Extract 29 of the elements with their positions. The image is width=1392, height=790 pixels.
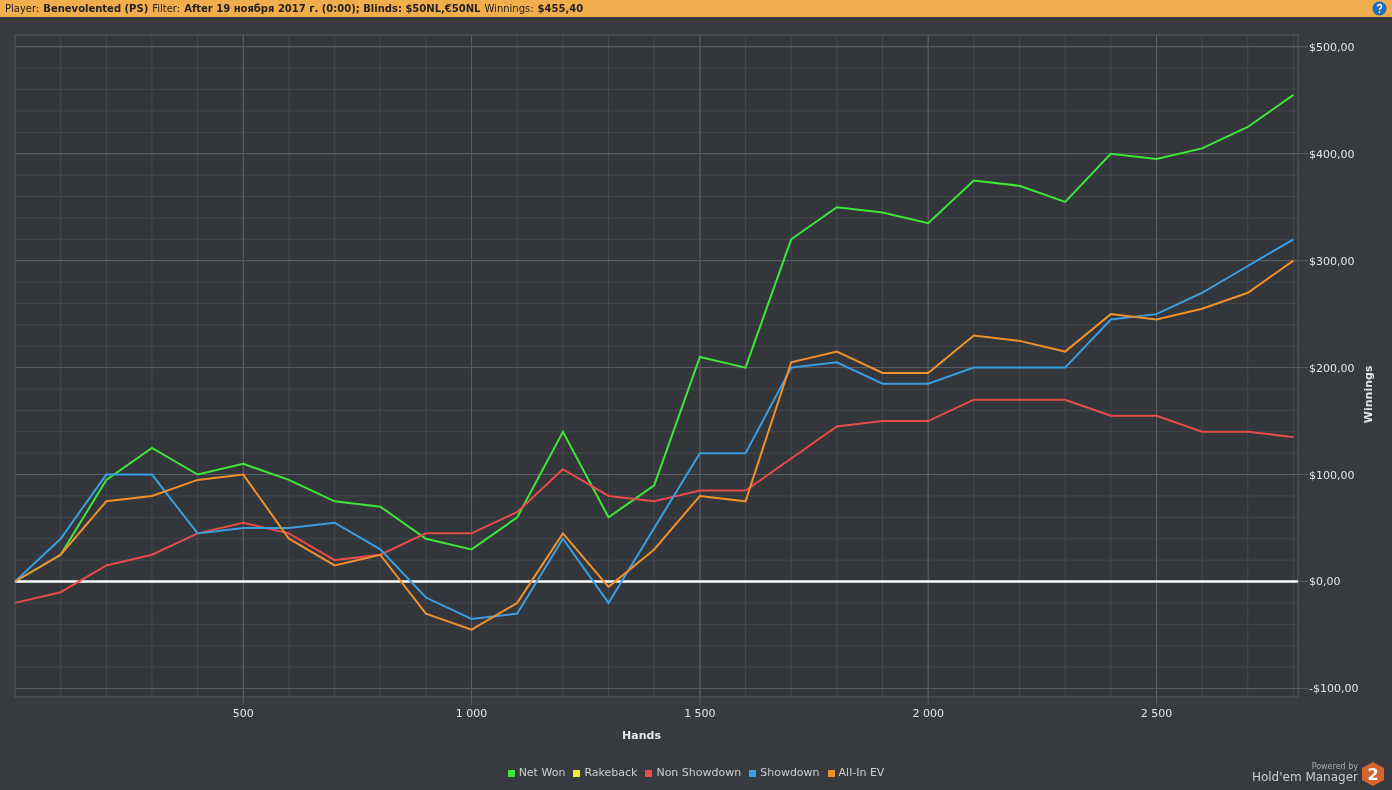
y-tick-label: $0,00 (1309, 575, 1341, 589)
y-tick-label: $400,00 (1309, 147, 1355, 161)
product-name: Hold'em Manager (1251, 770, 1358, 785)
field-value: After 19 ноября 2017 г. (0:00); Blinds: $50NL,€50NL (184, 2, 481, 16)
legend-item[interactable]: Non Showdown (645, 765, 742, 782)
field-label: Filter: (152, 2, 181, 16)
x-tick-label: 1 000 (455, 707, 488, 720)
y-tick-label: -$100,00 (1309, 682, 1359, 696)
legend-item[interactable]: Rakeback (573, 765, 638, 782)
legend-item[interactable]: Showdown (749, 765, 820, 782)
field-label: Winnings: (484, 2, 534, 16)
help-icon[interactable] (1372, 1, 1387, 16)
y-tick-label: $500,00 (1309, 40, 1355, 54)
x-tick-label: 2 000 (912, 707, 944, 720)
y-tick-label: $200,00 (1309, 361, 1355, 375)
x-tick-label: 2 500 (1140, 707, 1173, 720)
x-tick-label: 1 500 (684, 707, 716, 720)
x-tick-label: 500 (232, 707, 254, 720)
field-label: Player: (5, 2, 40, 16)
y-tick-label: $100,00 (1309, 468, 1355, 482)
logo-icon: 2 (1362, 761, 1384, 786)
y-axis-title: Winnings (1362, 365, 1375, 424)
field-value: $455,40 (537, 2, 584, 16)
legend-item[interactable]: All-In EV (827, 765, 885, 782)
powered-by-text: Powered by (1310, 762, 1358, 771)
y-tick-label: $300,00 (1309, 254, 1355, 268)
legend-item[interactable]: Net Won (507, 765, 566, 782)
field-value: Benevolented (PS) (43, 2, 149, 16)
x-axis-title: Hands (622, 729, 661, 742)
